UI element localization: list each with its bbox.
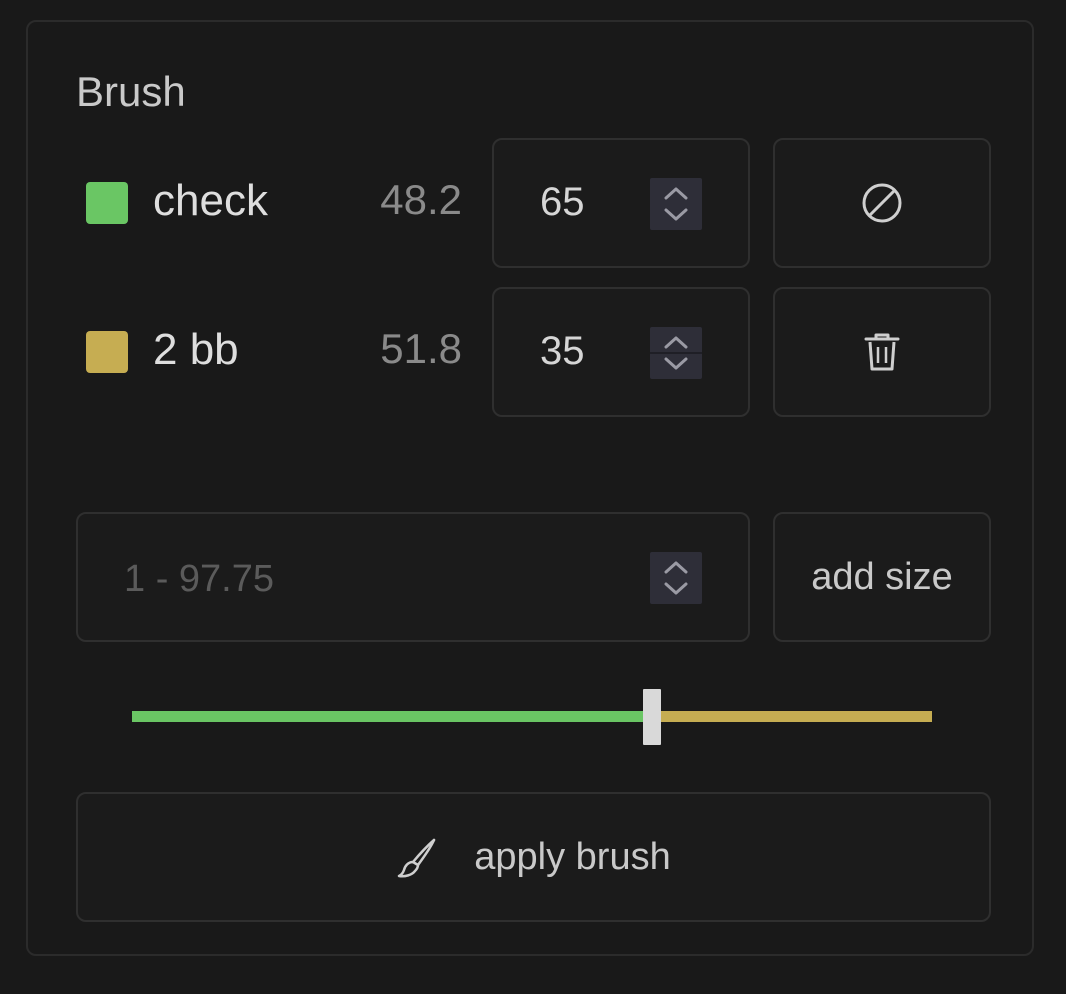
- color-swatch: [86, 182, 128, 224]
- amount-value[interactable]: 65: [540, 180, 585, 225]
- row-name: check: [153, 176, 268, 225]
- brush-row-2bb: 2 bb 51.8 35: [28, 287, 1032, 417]
- row-name: 2 bb: [153, 325, 239, 374]
- stepper[interactable]: [650, 552, 702, 604]
- brush-icon: [398, 838, 436, 878]
- slider-track-right[interactable]: [652, 711, 932, 722]
- stepper[interactable]: [650, 327, 702, 379]
- add-size-label: add size: [811, 555, 953, 598]
- size-input[interactable]: 1 - 97.75: [76, 512, 750, 642]
- delete-button[interactable]: [773, 287, 991, 417]
- stepper[interactable]: [650, 178, 702, 230]
- cancel-icon: [862, 183, 902, 223]
- split-slider[interactable]: [132, 686, 932, 746]
- row-percent: 51.8: [380, 325, 462, 372]
- amount-input[interactable]: 65: [492, 138, 750, 268]
- color-swatch: [86, 331, 128, 373]
- row-percent: 48.2: [380, 176, 462, 223]
- apply-brush-button[interactable]: apply brush: [76, 792, 991, 922]
- apply-brush-label: apply brush: [474, 835, 671, 878]
- brush-panel: Brush check 48.2 65 2 bb 51.8 35 1 - 97.…: [26, 20, 1034, 956]
- stepper-arrows-icon: [664, 561, 688, 595]
- slider-thumb[interactable]: [643, 689, 661, 745]
- slider-track-left[interactable]: [132, 711, 652, 722]
- brush-row-check: check 48.2 65: [28, 138, 1032, 268]
- stepper-arrows-icon: [650, 336, 702, 370]
- amount-input[interactable]: 35: [492, 287, 750, 417]
- stepper-arrows-icon: [664, 187, 688, 221]
- amount-value[interactable]: 35: [540, 329, 585, 374]
- trash-icon: [864, 333, 900, 371]
- size-input-placeholder[interactable]: 1 - 97.75: [124, 558, 274, 601]
- panel-title: Brush: [76, 68, 186, 115]
- add-size-button[interactable]: add size: [773, 512, 991, 642]
- disable-button[interactable]: [773, 138, 991, 268]
